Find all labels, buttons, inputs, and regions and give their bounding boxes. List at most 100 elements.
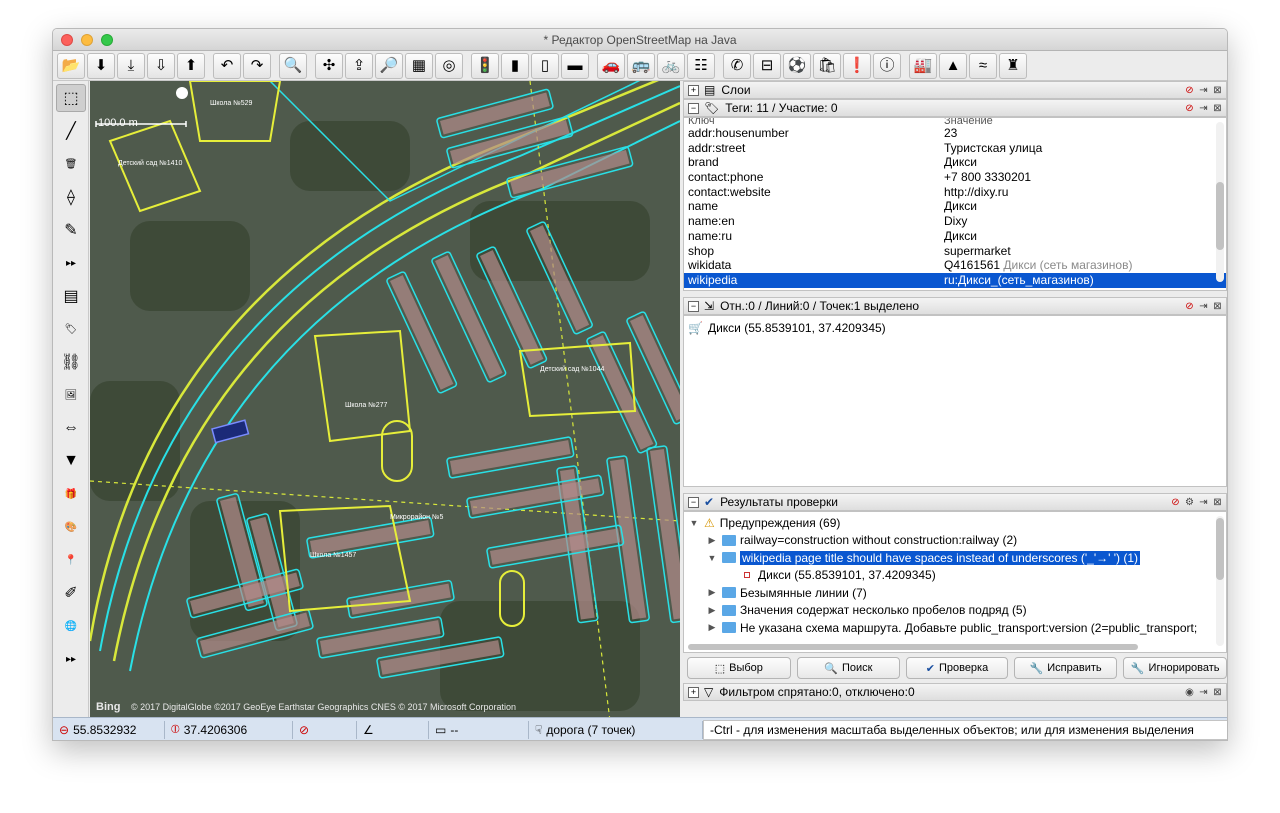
table-row[interactable]: addr:housenumber 23	[684, 126, 1226, 141]
tree-node-object[interactable]: Дикси (55.8539101, 37.4209345)	[688, 567, 1222, 585]
car-button[interactable]: 🚗	[597, 52, 625, 79]
table-row[interactable]: addr:street Туристская улица	[684, 141, 1226, 156]
detach-icon[interactable]: ⇥	[1198, 85, 1209, 96]
tree-node-issue[interactable]: ▶ railway=construction without constructi…	[688, 532, 1222, 550]
expand-arrow-icon[interactable]: ▶	[706, 535, 718, 546]
tags-panel-header[interactable]: − 🏷 Теги: 11 / Участие: 0 ⊘ ⇥ ⊠	[683, 99, 1227, 117]
ignore-button[interactable]: 🔧 Игнорировать	[1123, 657, 1227, 679]
download-area-button[interactable]: ⤓	[117, 52, 145, 79]
table-row[interactable]: shop supermarket	[684, 244, 1226, 259]
phone-button[interactable]: ✆	[723, 52, 751, 79]
hide-icon[interactable]: ⊠	[1212, 85, 1223, 96]
bus-button[interactable]: 🚌	[627, 52, 655, 79]
close-window-button[interactable]	[61, 34, 73, 46]
expand-toggle[interactable]: +	[688, 84, 699, 96]
fix-button[interactable]: 🔧 Исправить	[1013, 657, 1118, 679]
delete-tool-button[interactable]: 🗑	[56, 150, 86, 178]
collapse-toggle[interactable]: −	[688, 300, 699, 312]
warning-button[interactable]: ❗	[843, 52, 871, 79]
collapse-arrow-icon[interactable]: ▼	[706, 553, 718, 563]
validation-pin-button[interactable]: 📍	[56, 546, 86, 574]
tags-table[interactable]: Ключ Значение addr:housenumber 23 addr:str…	[683, 117, 1227, 291]
open-button[interactable]: 📂	[57, 52, 85, 79]
tree-node-issue[interactable]: ▼ wikipedia page title should have spaces…	[688, 549, 1222, 567]
collapse-toggle[interactable]: −	[688, 102, 699, 114]
validation-scrollbar[interactable]	[1216, 516, 1224, 646]
detach-icon[interactable]: ⇥	[1198, 103, 1209, 114]
map-paint-button[interactable]: ✐	[56, 579, 86, 607]
tree-node-issue[interactable]: ▶ Безымянные линии (7)	[688, 584, 1222, 602]
globe-button[interactable]: 🌐	[56, 612, 86, 640]
table-row[interactable]: wikipedia ru:Дикси_(сеть_магазинов)	[684, 272, 1226, 288]
wall-button[interactable]: ▬	[561, 52, 589, 79]
paste-tags-button[interactable]: ⇪	[345, 52, 373, 79]
search-button[interactable]: 🔎	[375, 52, 403, 79]
value-column-header[interactable]: Значение	[944, 118, 1226, 126]
tree-node-issue[interactable]: ▶ Не указана схема маршрута. Добавьте pub…	[688, 619, 1222, 637]
attribution-text[interactable]: © 2017 DigitalGlobe ©2017 GeoEye Earthst…	[131, 702, 516, 712]
table-row[interactable]: brand Дикси	[684, 155, 1226, 170]
download-button[interactable]: ⬇	[87, 52, 115, 79]
expand-panels-button[interactable]: ▸▸	[56, 645, 86, 673]
tree-node-warnings[interactable]: ▼ ⚠ Предупреждения (69)	[688, 514, 1222, 532]
layers-toggle-button[interactable]: ▤	[56, 282, 86, 310]
scroll-thumb[interactable]	[1216, 182, 1224, 250]
expand-arrow-icon[interactable]: ▼	[688, 518, 700, 528]
select-button[interactable]: ⬚ Выбор	[687, 657, 791, 679]
table-row[interactable]: contact:website http://dixy.ru	[684, 185, 1226, 200]
detach-icon[interactable]: ⇥	[1198, 687, 1209, 698]
upload-button[interactable]: ⬆	[177, 52, 205, 79]
factory-button[interactable]: 🏭	[909, 52, 937, 79]
split-toggle-button[interactable]: ⇔	[56, 414, 86, 442]
gift-toggle-button[interactable]: 🎁	[56, 480, 86, 508]
traffic-light-button[interactable]: 🚦	[471, 52, 499, 79]
football-button[interactable]: ⚽	[783, 52, 811, 79]
expand-tools-button[interactable]: ▸▸	[56, 249, 86, 277]
zoom-window-button[interactable]	[101, 34, 113, 46]
palette-toggle-button[interactable]: 🎨	[56, 513, 86, 541]
minimize-window-button[interactable]	[81, 34, 93, 46]
presets-button[interactable]: ✣	[315, 52, 343, 79]
tags-toggle-button[interactable]: 🏷	[56, 315, 86, 343]
expand-arrow-icon[interactable]: ▶	[706, 622, 718, 633]
selection-panel-header[interactable]: − ⇲ Отн.:0 / Линий:0 / Точек:1 выделено …	[683, 297, 1227, 315]
highlight-button[interactable]: ◎	[435, 52, 463, 79]
draw-tool-button[interactable]: ╱	[56, 117, 86, 145]
expand-arrow-icon[interactable]: ▶	[706, 605, 718, 616]
selection-list[interactable]: 🛒 Дикси (55.8539101, 37.4209345)	[683, 315, 1227, 487]
railway-button[interactable]: ☷	[687, 52, 715, 79]
scroll-thumb[interactable]	[1216, 518, 1224, 580]
eye-icon[interactable]: ◉	[1184, 687, 1195, 698]
mountain-button[interactable]: ▲	[939, 52, 967, 79]
sport-pitch-button[interactable]: ⊟	[753, 52, 781, 79]
hide-icon[interactable]: ⊠	[1212, 301, 1223, 312]
hide-icon[interactable]: ⊠	[1212, 687, 1223, 698]
improve-way-button[interactable]: ⟠	[56, 183, 86, 211]
detach-icon[interactable]: ⇥	[1198, 301, 1209, 312]
close-icon[interactable]: ⊘	[1184, 85, 1195, 96]
table-row[interactable]: wikidata Q4161561 Дикси (сеть магазинов)	[684, 258, 1226, 273]
water-button[interactable]: ≈	[969, 52, 997, 79]
close-icon[interactable]: ⊘	[1170, 497, 1181, 508]
tags-scrollbar[interactable]	[1216, 122, 1224, 282]
road-button[interactable]: ▮	[501, 52, 529, 79]
table-row[interactable]: name:ru Дикси	[684, 229, 1226, 244]
zoom-preferences-button[interactable]: 🔍	[279, 52, 307, 79]
relations-toggle-button[interactable]: ⛓	[56, 348, 86, 376]
table-row[interactable]: contact:phone +7 800 3330201	[684, 170, 1226, 185]
map-view[interactable]: Школа №529 Детский сад №1410 Детский сад №…	[90, 81, 680, 717]
download-object-button[interactable]: ⇩	[147, 52, 175, 79]
preferences-icon[interactable]: ⚙	[1184, 497, 1195, 508]
validation-panel-header[interactable]: − ✔ Результаты проверки ⊘ ⚙ ⇥ ⊠	[683, 493, 1227, 511]
tower-button[interactable]: ▯	[531, 52, 559, 79]
close-icon[interactable]: ⊘	[1184, 301, 1195, 312]
validation-tree[interactable]: ▼ ⚠ Предупреждения (69) ▶ railway=constru…	[683, 511, 1227, 653]
table-row[interactable]: name:en Dixy	[684, 214, 1226, 229]
shop-button[interactable]: 🛍	[813, 52, 841, 79]
bicycle-button[interactable]: 🚲	[657, 52, 685, 79]
validate-button[interactable]: ✔ Проверка	[906, 657, 1008, 679]
list-item[interactable]: 🛒 Дикси (55.8539101, 37.4209345)	[688, 319, 1222, 337]
castle-button[interactable]: ♜	[999, 52, 1027, 79]
detach-icon[interactable]: ⇥	[1198, 497, 1209, 508]
layers-panel-header[interactable]: + ▤ Слои ⊘ ⇥ ⊠	[683, 81, 1227, 99]
